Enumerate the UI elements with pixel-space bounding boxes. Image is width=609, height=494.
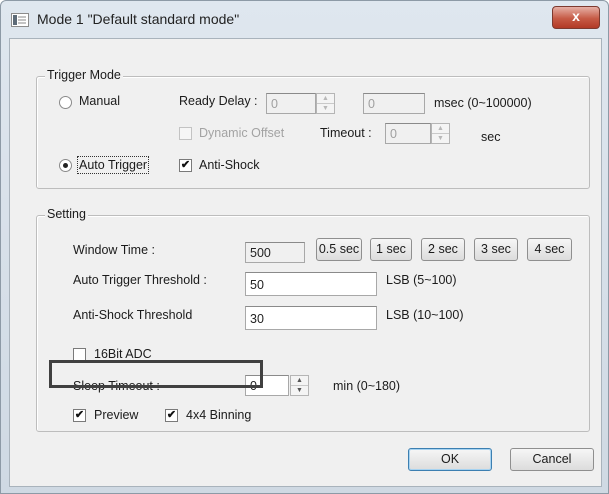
manual-radio[interactable] — [59, 96, 72, 109]
sleep-timeout-spinner[interactable]: ▲ ▼ — [290, 375, 309, 396]
anti-shock-checkbox[interactable]: ✔ — [179, 159, 192, 172]
auto-trigger-label[interactable]: Auto Trigger — [76, 156, 150, 174]
dynamic-offset-checkbox[interactable] — [179, 127, 192, 140]
ok-button[interactable]: OK — [408, 448, 492, 471]
preview-label[interactable]: Preview — [94, 408, 138, 422]
timeout-spinner[interactable]: ▲ ▼ — [431, 123, 450, 144]
preview-checkbox[interactable]: ✔ — [73, 409, 86, 422]
dialog-window: Mode 1 "Default standard mode" x Trigger… — [0, 0, 609, 494]
preset-4-sec-button[interactable]: 4 sec — [527, 238, 572, 261]
msec-range-label: msec (0~100000) — [434, 96, 532, 110]
auto-trigger-threshold-unit: LSB (5~100) — [386, 273, 457, 287]
auto-trigger-threshold-label: Auto Trigger Threshold : — [73, 273, 207, 287]
title-bar[interactable]: Mode 1 "Default standard mode" x — [1, 1, 608, 37]
preset-3-sec-button[interactable]: 3 sec — [474, 238, 518, 261]
binning-label[interactable]: 4x4 Binning — [186, 408, 251, 422]
sec-label: sec — [481, 130, 501, 144]
spin-down-icon[interactable]: ▼ — [432, 134, 449, 143]
ready-delay-msec-field[interactable]: 0 — [363, 93, 425, 114]
window-time-field[interactable]: 500 — [245, 242, 305, 263]
app-icon — [11, 13, 29, 27]
binning-checkbox[interactable]: ✔ — [165, 409, 178, 422]
preset-1-sec-button[interactable]: 1 sec — [370, 238, 412, 261]
spin-down-icon[interactable]: ▼ — [291, 386, 308, 395]
spin-up-icon[interactable]: ▲ — [432, 124, 449, 134]
ready-delay-spinner[interactable]: ▲ ▼ — [316, 93, 335, 114]
auto-trigger-radio[interactable] — [59, 159, 72, 172]
timeout-label: Timeout : — [320, 126, 372, 140]
trigger-mode-group: Trigger Mode Manual Ready Delay : 0 ▲ ▼ … — [36, 68, 590, 189]
sleep-timeout-unit: min (0~180) — [333, 379, 401, 393]
dynamic-offset-label: Dynamic Offset — [199, 126, 285, 140]
anti-shock-threshold-label: Anti-Shock Threshold — [73, 308, 193, 322]
highlight-box — [49, 360, 263, 388]
cancel-button[interactable]: Cancel — [510, 448, 594, 471]
preset-0-5-sec-button[interactable]: 0.5 sec — [316, 238, 362, 261]
anti-shock-threshold-field[interactable]: 30 — [245, 306, 377, 330]
anti-shock-label[interactable]: Anti-Shock — [199, 158, 259, 172]
spin-up-icon[interactable]: ▲ — [291, 376, 308, 386]
setting-legend: Setting — [45, 207, 88, 221]
adc16-label[interactable]: 16Bit ADC — [94, 347, 152, 361]
spin-down-icon[interactable]: ▼ — [317, 104, 334, 113]
window-title: Mode 1 "Default standard mode" — [37, 11, 240, 27]
ready-delay-label: Ready Delay : — [179, 94, 258, 108]
close-button[interactable]: x — [552, 6, 600, 29]
dialog-body: Trigger Mode Manual Ready Delay : 0 ▲ ▼ … — [9, 38, 602, 487]
anti-shock-threshold-unit: LSB (10~100) — [386, 308, 464, 322]
preset-2-sec-button[interactable]: 2 sec — [421, 238, 465, 261]
spin-up-icon[interactable]: ▲ — [317, 94, 334, 104]
ready-delay-field[interactable]: 0 — [266, 93, 316, 114]
window-time-label: Window Time : — [73, 243, 155, 257]
trigger-mode-legend: Trigger Mode — [45, 68, 123, 82]
timeout-field[interactable]: 0 — [385, 123, 431, 144]
manual-label[interactable]: Manual — [79, 94, 120, 108]
setting-group: Setting Window Time : 500 0.5 sec 1 sec … — [36, 207, 590, 432]
auto-trigger-threshold-field[interactable]: 50 — [245, 272, 377, 296]
